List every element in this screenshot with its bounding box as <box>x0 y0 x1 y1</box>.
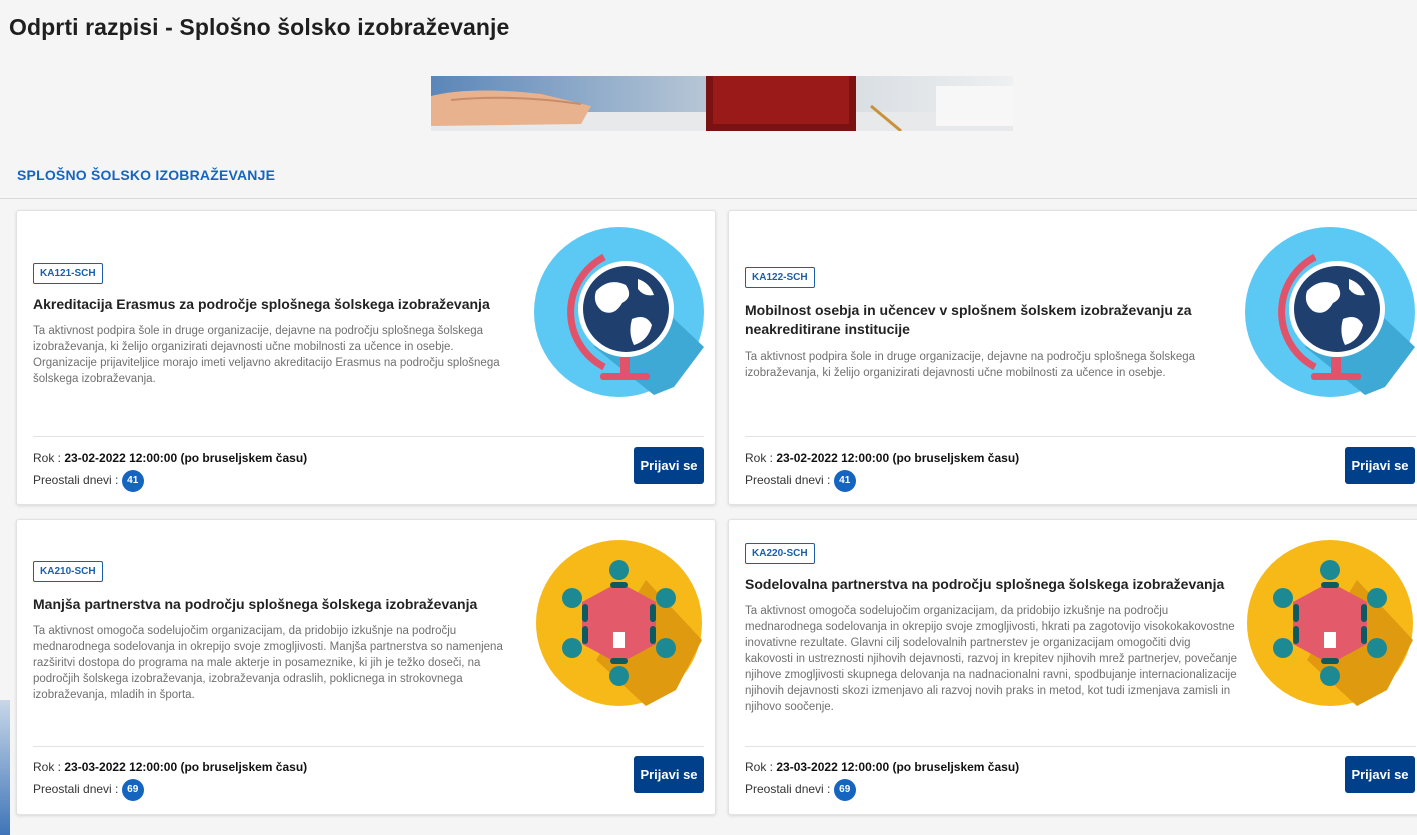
call-title[interactable]: Manjša partnerstva na področju splošnega… <box>33 595 513 614</box>
page-title: Odprti razpisi - Splošno šolsko izobraže… <box>9 14 510 40</box>
card-divider <box>745 436 1416 437</box>
deadline-label: Rok : <box>33 760 62 774</box>
apply-button[interactable]: Prijavi se <box>1345 756 1415 793</box>
call-code-tag: KA121-SCH <box>33 263 103 284</box>
remaining-days-badge: 41 <box>121 469 144 492</box>
meeting-table-icon <box>1247 540 1413 711</box>
deadline-info: Rok : 23-03-2022 12:00:00 (po bruseljske… <box>745 756 1019 801</box>
remaining-label: Preostali dnevi : <box>745 782 831 796</box>
side-decoration <box>0 700 10 835</box>
remaining-days-badge: 69 <box>121 778 144 801</box>
call-code-tag: KA210-SCH <box>33 561 103 582</box>
apply-button[interactable]: Prijavi se <box>634 447 704 484</box>
deadline-label: Rok : <box>745 451 774 465</box>
call-code-tag: KA122-SCH <box>745 267 815 288</box>
deadline-info: Rok : 23-02-2022 12:00:00 (po bruseljske… <box>745 447 1019 492</box>
call-title[interactable]: Sodelovalna partnerstva na področju splo… <box>745 575 1225 594</box>
globe-icon <box>1245 227 1415 402</box>
apply-button[interactable]: Prijavi se <box>634 756 704 793</box>
call-card: KA122-SCH Mobilnost osebja in učencev v … <box>728 210 1417 505</box>
apply-button[interactable]: Prijavi se <box>1345 447 1415 484</box>
remaining-days-badge: 69 <box>833 778 856 801</box>
remaining-label: Preostali dnevi : <box>33 782 119 796</box>
call-title[interactable]: Akreditacija Erasmus za področje splošne… <box>33 295 513 314</box>
call-code-tag: KA220-SCH <box>745 543 815 564</box>
card-divider <box>33 746 704 747</box>
banner-photo <box>431 76 1013 131</box>
section-divider <box>0 198 1417 199</box>
remaining-label: Preostali dnevi : <box>33 473 119 487</box>
deadline-value: 23-03-2022 12:00:00 (po bruseljskem času… <box>64 760 308 774</box>
banner-image <box>431 76 1013 131</box>
globe-icon <box>534 227 704 402</box>
call-description: Ta aktivnost podpira šole in druge organ… <box>745 351 1196 379</box>
deadline-label: Rok : <box>745 760 774 774</box>
deadline-info: Rok : 23-03-2022 12:00:00 (po bruseljske… <box>33 756 307 801</box>
call-card: KA210-SCH Manjša partnerstva na področju… <box>16 519 716 815</box>
call-title[interactable]: Mobilnost osebja in učencev v splošnem š… <box>745 301 1215 339</box>
meeting-table-icon <box>536 540 702 711</box>
remaining-label: Preostali dnevi : <box>745 473 831 487</box>
deadline-info: Rok : 23-02-2022 12:00:00 (po bruseljske… <box>33 447 307 492</box>
call-description: Ta aktivnost omogoča sodelujočim organiz… <box>33 625 503 701</box>
call-description: Ta aktivnost omogoča sodelujočim organiz… <box>745 605 1237 713</box>
call-card: KA121-SCH Akreditacija Erasmus za področ… <box>16 210 716 505</box>
card-divider <box>745 746 1416 747</box>
call-description: Ta aktivnost podpira šole in druge organ… <box>33 325 500 385</box>
call-card: KA220-SCH Sodelovalna partnerstva na pod… <box>728 519 1417 815</box>
deadline-value: 23-02-2022 12:00:00 (po bruseljskem času… <box>776 451 1020 465</box>
card-divider <box>33 436 704 437</box>
deadline-value: 23-03-2022 12:00:00 (po bruseljskem času… <box>776 760 1020 774</box>
deadline-value: 23-02-2022 12:00:00 (po bruseljskem času… <box>64 451 308 465</box>
deadline-label: Rok : <box>33 451 62 465</box>
section-title: SPLOŠNO ŠOLSKO IZOBRAŽEVANJE <box>17 167 276 183</box>
remaining-days-badge: 41 <box>833 469 856 492</box>
